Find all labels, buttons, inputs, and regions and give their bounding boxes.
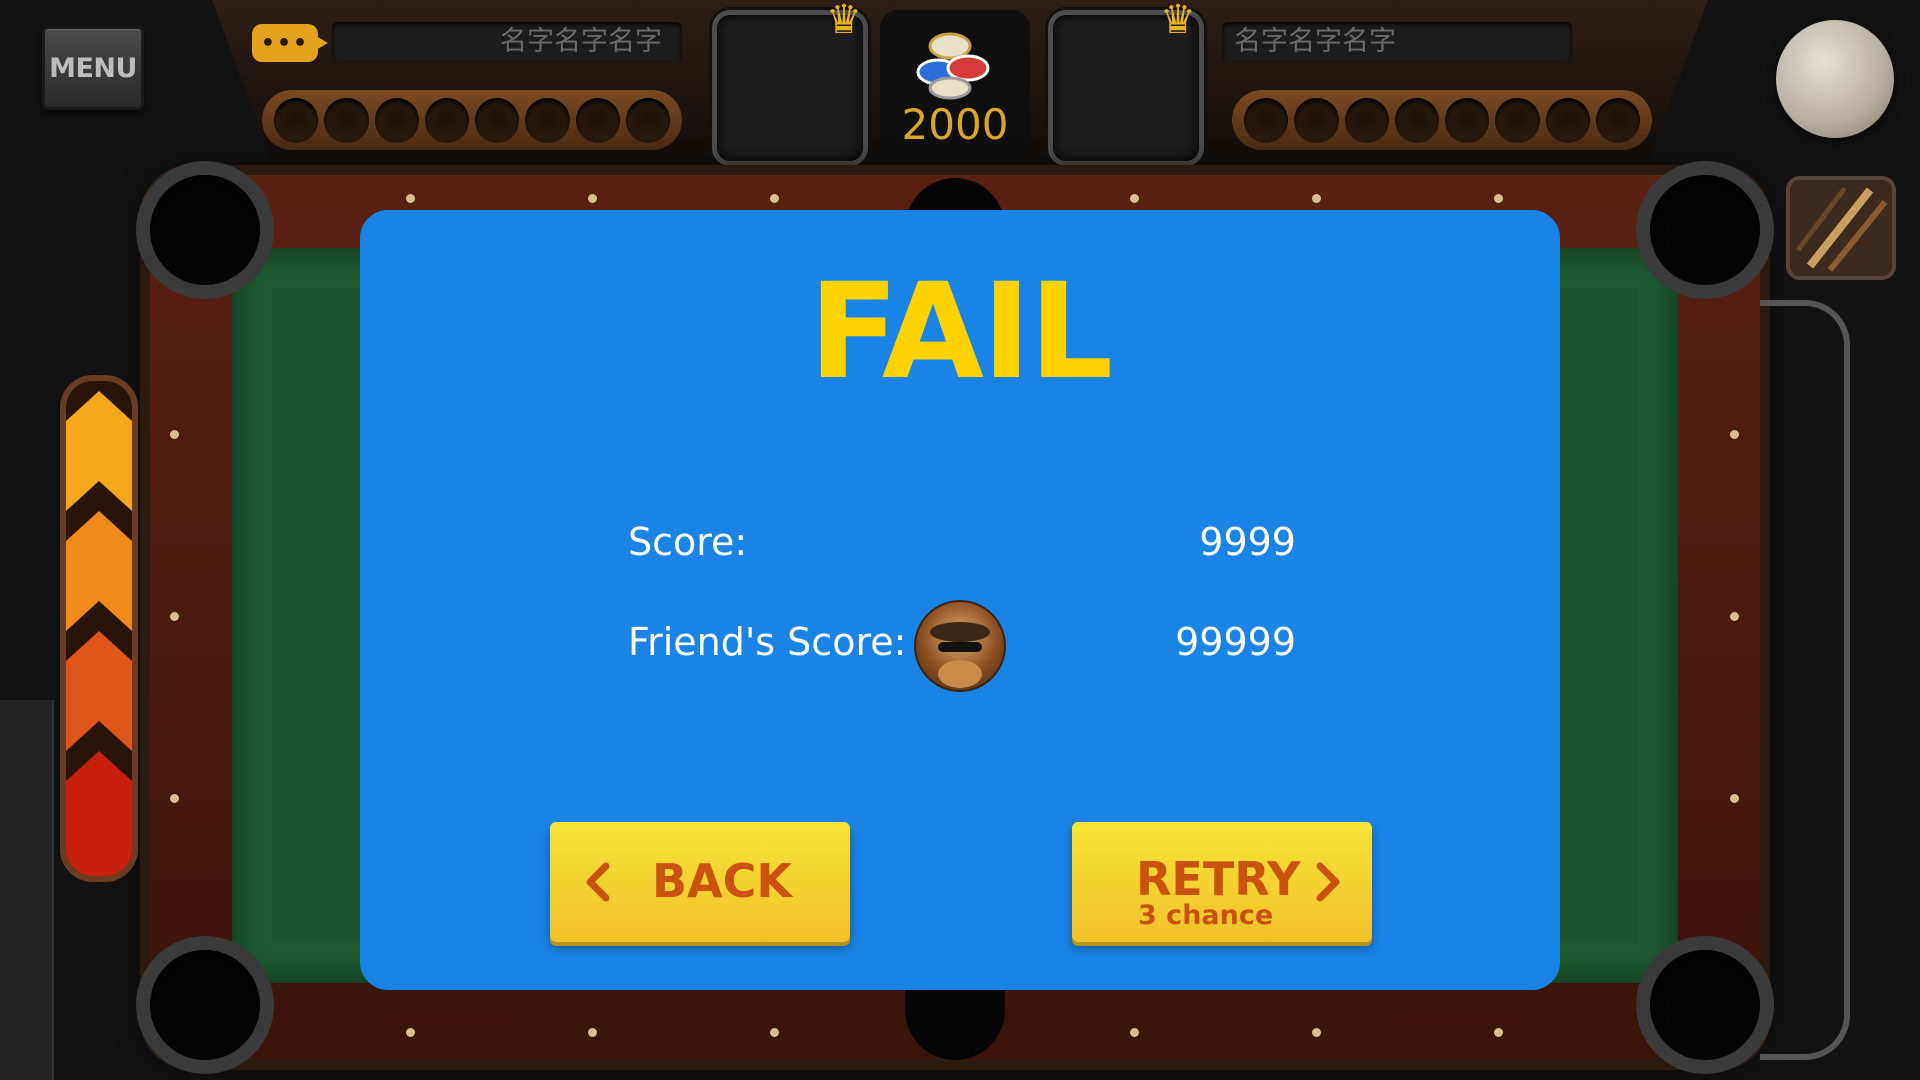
rail-diamond xyxy=(1312,1028,1321,1037)
pocket xyxy=(150,175,260,285)
rail-diamond xyxy=(1730,612,1739,621)
ball-slot xyxy=(324,97,369,143)
back-label: BACK xyxy=(652,854,793,908)
chips-icon xyxy=(916,32,990,100)
rail-diamond xyxy=(1494,194,1503,203)
ball-slot xyxy=(1595,97,1640,143)
pocket xyxy=(1650,950,1760,1060)
result-title: FAIL xyxy=(808,255,1113,409)
rail-diamond xyxy=(1730,430,1739,439)
player-right-name: 名字名字名字 xyxy=(1222,22,1572,62)
score-value: 9999 xyxy=(1199,520,1296,564)
side-widget xyxy=(0,700,54,1080)
ball-slot xyxy=(575,97,620,143)
rail-diamond xyxy=(1312,194,1321,203)
rail-diamond xyxy=(1730,794,1739,803)
rail-diamond xyxy=(1130,1028,1139,1037)
ball-slot xyxy=(525,97,570,143)
rail-diamond xyxy=(588,194,597,203)
rail-diamond xyxy=(170,794,179,803)
ball-slot xyxy=(1445,97,1490,143)
player-left-name: 名字名字名字 xyxy=(332,22,682,62)
pot-coins: 2000 xyxy=(901,100,1009,149)
rail-diamond xyxy=(770,1028,779,1037)
ball-slot xyxy=(274,97,319,143)
chat-icon[interactable]: ••• xyxy=(252,24,328,62)
crown-icon: ♛ xyxy=(826,0,862,43)
retry-label: RETRY xyxy=(1136,852,1301,906)
ball-slot xyxy=(1294,97,1339,143)
player-right-ball-rack xyxy=(1232,90,1652,150)
ball-slot xyxy=(1394,97,1439,143)
retry-button[interactable]: RETRY 3 chance xyxy=(1072,822,1372,942)
ball-slot xyxy=(374,97,419,143)
ball-slot xyxy=(1344,97,1389,143)
chevron-left-icon xyxy=(586,862,610,902)
crown-icon: ♛ xyxy=(1160,0,1196,43)
ball-slot xyxy=(1244,97,1289,143)
rail-diamond xyxy=(170,430,179,439)
rail-diamond xyxy=(770,194,779,203)
rail-diamond xyxy=(170,612,179,621)
rail-diamond xyxy=(588,1028,597,1037)
pocket xyxy=(150,950,260,1060)
power-meter[interactable] xyxy=(60,375,138,882)
ball-return-track xyxy=(1760,300,1850,1060)
friend-avatar[interactable] xyxy=(914,600,1006,692)
friend-score-label: Friend's Score: xyxy=(628,620,907,664)
friend-score-value: 99999 xyxy=(1175,620,1296,664)
rail-diamond xyxy=(1494,1028,1503,1037)
player-left-ball-rack xyxy=(262,90,682,150)
cue-ball-icon[interactable] xyxy=(1776,20,1894,138)
pocket xyxy=(1650,175,1760,285)
ball-slot xyxy=(1545,97,1590,143)
ball-slot xyxy=(625,97,670,143)
retry-chances: 3 chance xyxy=(1138,900,1274,931)
cue-stick-icon[interactable] xyxy=(1786,176,1896,280)
ball-slot xyxy=(1495,97,1540,143)
menu-label: MENU xyxy=(49,52,137,84)
rail-diamond xyxy=(1130,194,1139,203)
chevron-right-icon xyxy=(1316,862,1340,902)
score-label: Score: xyxy=(628,520,748,564)
ball-slot xyxy=(475,97,520,143)
menu-button[interactable]: MENU xyxy=(42,26,144,110)
ball-slot xyxy=(424,97,469,143)
rail-diamond xyxy=(406,194,415,203)
rail-diamond xyxy=(406,1028,415,1037)
back-button[interactable]: BACK xyxy=(550,822,850,942)
